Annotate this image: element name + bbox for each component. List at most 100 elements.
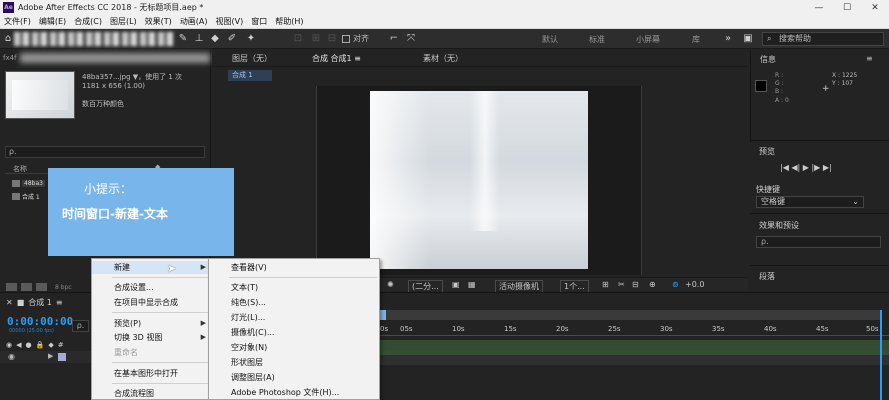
submenu-item-text[interactable]: 文本(T) — [209, 281, 379, 294]
ruler-tick: 45s — [816, 325, 829, 333]
work-area-start-handle[interactable] — [380, 310, 386, 320]
maximize-icon[interactable]: ☐ — [833, 0, 861, 15]
new-composition-icon[interactable] — [36, 283, 47, 291]
exposure-value[interactable]: +0.0 — [685, 280, 704, 289]
snap-edge-icon[interactable]: ⤧ — [405, 33, 417, 45]
layer-switch-header: ◉ ◀ ● 🔒 ◆ # — [6, 340, 88, 350]
submenu-item-adjustment-layer[interactable]: 调整图层(A) — [209, 371, 379, 384]
solo-icon[interactable]: ● — [26, 341, 32, 349]
tab-layer[interactable]: 图层（无） — [232, 53, 272, 64]
close-tab-icon[interactable]: ✕ — [6, 298, 13, 307]
menu-layer[interactable]: 图层(L) — [106, 16, 141, 27]
workspace-standard[interactable]: 标准 — [589, 34, 605, 45]
menu-help[interactable]: 帮助(H) — [271, 16, 307, 27]
lock-icon[interactable]: 🔒 — [36, 341, 45, 349]
shortcut-dropdown[interactable]: 空格键 ⌄ — [756, 196, 864, 208]
menu-file[interactable]: 文件(F) — [0, 16, 35, 27]
submenu-item-photoshop-file[interactable]: Adobe Photoshop 文件(H)... — [209, 386, 379, 399]
file-name[interactable]: 48ba357...jpg ▼ — [82, 73, 138, 81]
timeline-tab[interactable]: ✕ ■ 合成 1 ≡ — [6, 297, 63, 308]
project-item-footage[interactable]: 48ba3 — [12, 178, 52, 188]
expand-arrow-icon[interactable]: ▶ — [48, 352, 53, 360]
axis-view-icon[interactable]: ⊟ — [326, 33, 338, 45]
fast-preview-icon[interactable]: ✂ — [618, 280, 625, 289]
snap-options-icon[interactable]: ⌐ — [388, 33, 400, 45]
current-time-indicator[interactable] — [880, 310, 882, 400]
workspace-menu-icon[interactable]: » — [722, 33, 734, 45]
audio-icon[interactable]: ◀ — [16, 341, 21, 349]
timeline-search-input[interactable]: ρ. — [72, 320, 89, 332]
region-of-interest-icon[interactable]: ▣ — [452, 280, 460, 289]
submenu-item-solid[interactable]: 纯色(S)... — [209, 296, 379, 309]
snap-checkbox[interactable] — [342, 34, 350, 43]
composition-icon — [12, 192, 20, 200]
search-icon: ⌕ — [767, 34, 772, 43]
footage-thumbnail — [5, 71, 75, 119]
transparency-grid-icon[interactable]: ▦ — [468, 280, 476, 289]
minimize-icon[interactable]: — — [805, 0, 833, 15]
menu-item-new[interactable]: 新建 ▶ — [92, 261, 212, 274]
layer-duration-bar[interactable] — [380, 340, 889, 355]
tab-footage[interactable]: 素材（无） — [423, 53, 463, 64]
flowchart-icon[interactable]: ⊕ — [649, 280, 656, 289]
menu-animation[interactable]: 动画(A) — [176, 16, 212, 27]
axis-local-icon[interactable]: ⊡ — [292, 33, 304, 45]
roto-brush-icon[interactable]: ✐ — [226, 33, 238, 45]
current-timecode[interactable]: 0:00:00:00 — [7, 315, 73, 328]
snap-toggle[interactable]: 对齐 — [342, 33, 369, 44]
home-icon[interactable]: ⌂ — [2, 33, 14, 45]
composition-subtab[interactable]: 合成 1 — [228, 70, 272, 81]
lock-icon[interactable]: ⊟ — [632, 280, 639, 289]
menu-edit[interactable]: 编辑(E) — [35, 16, 70, 27]
layer-label-color[interactable] — [58, 353, 66, 361]
menu-view[interactable]: 视图(V) — [212, 16, 248, 27]
menu-effect[interactable]: 效果(T) — [141, 16, 176, 27]
sync-settings-icon[interactable]: ▣ — [742, 33, 754, 45]
submenu-item-null-object[interactable]: 空对象(N) — [209, 341, 379, 354]
workspace-libraries[interactable]: 库 — [692, 34, 700, 45]
column-name-label[interactable]: 名称 — [13, 164, 27, 174]
workspace-small-screen[interactable]: 小屏幕 — [636, 34, 660, 45]
help-search-input[interactable]: ⌕ 搜索帮助 — [762, 32, 884, 46]
menu-item-switch-3d-view[interactable]: 切换 3D 视图 ▶ — [92, 331, 212, 344]
submenu-item-shape-layer[interactable]: 形状图层 — [209, 356, 379, 369]
axis-world-icon[interactable]: ⊞ — [310, 33, 322, 45]
menu-window[interactable]: 窗口 — [247, 16, 271, 27]
panel-menu-icon[interactable]: ≡ — [866, 54, 873, 63]
ruler-tick: 40s — [764, 325, 777, 333]
workspace-default[interactable]: 默认 — [542, 34, 558, 45]
frame-rate-label: 00000 (25.00 fps) — [9, 328, 54, 334]
submenu-item-light[interactable]: 灯光(L)... — [209, 311, 379, 324]
eye-icon[interactable]: ◉ — [8, 352, 15, 361]
submenu-item-viewer[interactable]: 查看器(V) — [209, 261, 379, 274]
panel-menu-icon[interactable]: ≡ — [56, 298, 63, 307]
puppet-pin-icon[interactable]: ✦ — [245, 33, 257, 45]
effects-search-input[interactable]: ρ. — [756, 236, 881, 248]
menu-composition[interactable]: 合成(C) — [70, 16, 106, 27]
menu-item-reveal-in-project[interactable]: 在项目中显示合成 — [92, 296, 212, 309]
color-wheel-icon[interactable]: ✺ — [387, 280, 394, 289]
file-info-line: 48ba357...jpg ▼，使用了 1 次 — [82, 72, 182, 82]
menu-item-composition-settings[interactable]: 合成设置... — [92, 281, 212, 294]
time-ruler[interactable]: 0s 05s 10s 15s 20s 25s 30s 35s 40s 45s 5… — [380, 322, 889, 336]
exposure-reset-icon[interactable]: ⊚ — [672, 280, 679, 289]
menu-item-open-essential-graphics[interactable]: 在基本图形中打开 — [92, 367, 212, 380]
bit-depth-label[interactable]: 8 bpc — [55, 284, 72, 291]
clone-stamp-icon[interactable]: ⊥ — [193, 33, 205, 45]
menu-item-preview[interactable]: 预览(P) ▶ — [92, 317, 212, 330]
project-search-input[interactable]: ρ. — [5, 146, 205, 158]
tab-composition[interactable]: 合成 合成1 ≡ — [312, 53, 361, 64]
new-folder-icon[interactable] — [21, 283, 32, 291]
eraser-tool-icon[interactable]: ◆ — [209, 33, 221, 45]
preview-transport-controls[interactable]: |◀ ◀| ▶ |▶ ▶| — [780, 163, 832, 172]
submenu-item-camera[interactable]: 摄像机(C)... — [209, 326, 379, 339]
interpret-footage-icon[interactable] — [6, 283, 17, 291]
ruler-tick: 20s — [556, 325, 569, 333]
project-item-composition[interactable]: 合成 1 — [12, 191, 52, 201]
menu-item-composition-flowchart[interactable]: 合成流程图 — [92, 387, 212, 400]
close-icon[interactable]: ✕ — [861, 0, 889, 15]
brush-tool-icon[interactable]: ✎ — [177, 33, 189, 45]
viewer-options-icon[interactable]: ⊞ — [602, 280, 609, 289]
eye-icon[interactable]: ◉ — [6, 341, 12, 349]
work-area-bar[interactable] — [380, 310, 882, 320]
